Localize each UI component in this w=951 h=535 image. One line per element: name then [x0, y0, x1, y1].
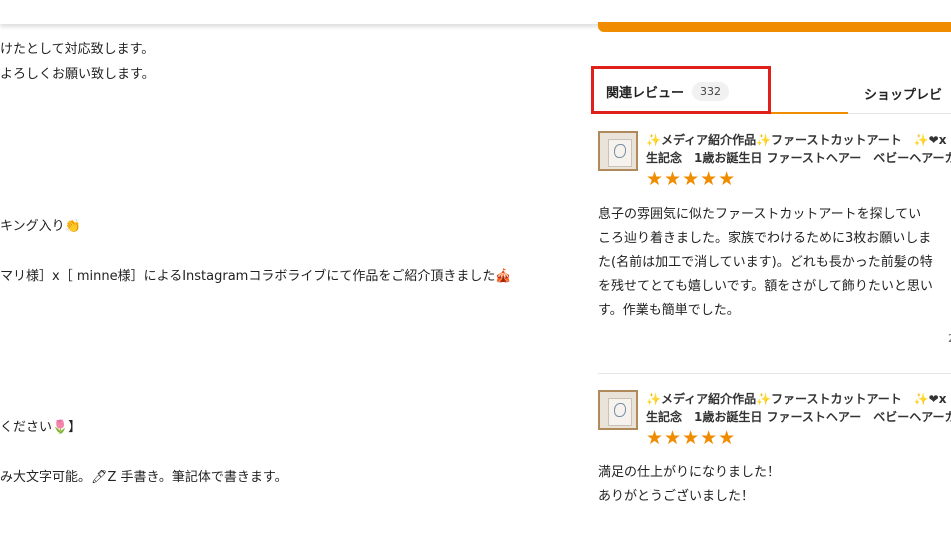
- review-product-title[interactable]: ✨メディア紹介作品✨ファーストカットアート ✨❤x 生記念 1歳お誕生日 ファー…: [646, 390, 951, 426]
- review-text-line: を残せてとても嬉しいです。額をさがして飾りたいと思い: [598, 279, 933, 294]
- review-separator: [598, 373, 951, 374]
- review-text-line: 息子の雰囲気に似たファーストカットアートを探してい: [598, 207, 922, 222]
- top-header-bar: [0, 0, 951, 24]
- description-line: マリ様］x［ minne様］によるInstagramコラボライブにて作品をご紹介…: [0, 269, 512, 284]
- description-line: ください🌷】: [0, 420, 82, 435]
- purchase-button-edge[interactable]: [598, 22, 951, 32]
- highlight-annotation-box: [591, 66, 771, 114]
- thumbnail-artwork: [614, 144, 626, 158]
- review-text-line: ありがとうございました！: [598, 489, 755, 504]
- review-text-line: た(名前は加工で消しています)。どれも長かった前髪の特: [598, 255, 933, 270]
- description-line: み大文字可能。🖊Z 手書き。筆記体で書きます。: [0, 470, 288, 485]
- review-text-line: ころ辿り着きました。家族でわけるために3枚お願いしま: [598, 231, 932, 246]
- review-text-line: す。作業も簡単でした。: [598, 303, 740, 318]
- description-line: キング入り👏: [0, 219, 81, 234]
- star-rating: ★★★★★: [646, 427, 737, 449]
- product-title-line: 生記念 1歳お誕生日 ファーストヘアー ベビーヘアーカ: [646, 410, 951, 424]
- review-text-line: 満足の仕上がりになりました！: [598, 465, 781, 480]
- description-line: けたとして対応致します。: [0, 42, 155, 57]
- product-thumbnail[interactable]: [598, 390, 638, 430]
- review-item: ✨メディア紹介作品✨ファーストカットアート ✨❤x 生記念 1歳お誕生日 ファー…: [598, 390, 951, 520]
- product-title-line: ✨メディア紹介作品✨ファーストカットアート ✨❤x: [646, 392, 947, 406]
- product-title-line: ✨メディア紹介作品✨ファーストカットアート ✨❤x: [646, 133, 947, 147]
- description-line: よろしくお願い致します。: [0, 67, 155, 82]
- thumbnail-artwork: [614, 403, 626, 417]
- review-product-title[interactable]: ✨メディア紹介作品✨ファーストカットアート ✨❤x 生記念 1歳お誕生日 ファー…: [646, 131, 951, 167]
- product-thumbnail[interactable]: [598, 131, 638, 171]
- product-title-line: 生記念 1歳お誕生日 ファーストヘアー ベビーヘアーカ: [646, 151, 951, 165]
- tab-shop-reviews[interactable]: ショップレビ: [864, 84, 942, 103]
- review-item: ✨メディア紹介作品✨ファーストカットアート ✨❤x 生記念 1歳お誕生日 ファー…: [598, 131, 951, 351]
- star-rating: ★★★★★: [646, 168, 737, 190]
- tab-divider: [848, 113, 951, 114]
